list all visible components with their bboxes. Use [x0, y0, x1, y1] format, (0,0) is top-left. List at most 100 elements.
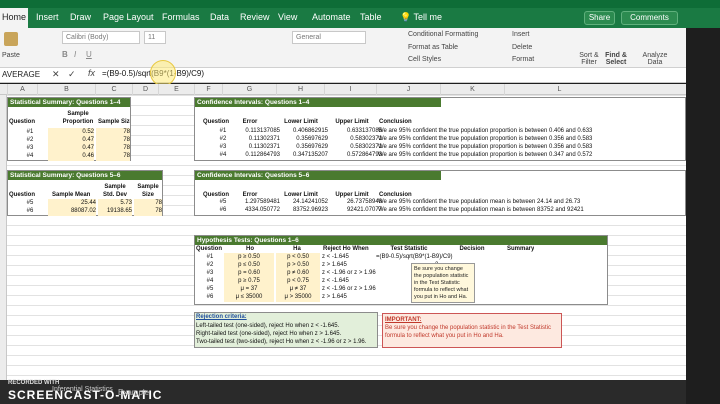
insert-cells-button[interactable]: Insert: [512, 31, 530, 38]
ci1-lower-limit: 0.347135207: [292, 152, 328, 158]
tab-view[interactable]: View: [278, 12, 297, 22]
col-e[interactable]: E: [158, 84, 194, 95]
ci1-header-lower: Lower Limit: [284, 119, 318, 125]
lightbulb-icon: 💡: [400, 12, 414, 22]
enter-icon[interactable]: ✓: [68, 69, 76, 80]
format-cells-button[interactable]: Format: [512, 56, 534, 63]
ci1-upper-limit: 0.572864793: [346, 152, 382, 158]
col-c[interactable]: C: [95, 84, 132, 95]
ci1-header-error: Error: [242, 119, 258, 125]
cell-styles-button[interactable]: Cell Styles: [408, 56, 441, 63]
tab-table[interactable]: Table: [360, 12, 382, 22]
tab-home[interactable]: Home: [0, 8, 28, 28]
ci2-upper-limit: 92421.07077: [346, 207, 382, 213]
ci1-header-upper: Upper Limit: [335, 119, 369, 125]
col-d[interactable]: D: [132, 84, 158, 95]
summary1-table: Statistical Summary: Questions 1–4 Quest…: [7, 97, 131, 161]
col-f[interactable]: F: [194, 84, 222, 95]
cancel-icon[interactable]: ✕: [52, 69, 60, 80]
ht-header-ha: Ha: [293, 246, 301, 252]
ci2-error: 4334.050772: [244, 207, 280, 213]
number-format-field[interactable]: General: [292, 31, 366, 44]
summary1-header-question: Question: [9, 119, 36, 125]
ci1-header-conclusion: Conclusion: [379, 119, 412, 125]
important-title: IMPORTANT:: [385, 317, 422, 323]
title-bar: [0, 0, 720, 8]
font-name-field[interactable]: Calibri (Body): [62, 31, 140, 44]
tab-automate[interactable]: Automate: [312, 12, 351, 22]
function-icon[interactable]: fx: [88, 68, 95, 78]
tab-formulas[interactable]: Formulas: [162, 12, 200, 22]
bold-icon[interactable]: B: [62, 50, 68, 59]
col-g[interactable]: G: [222, 84, 276, 95]
summary2-title: Statistical Summary: Questions 5–6: [8, 171, 162, 180]
formula-note: Be sure you change the population statis…: [411, 263, 475, 303]
ribbon-tabs: Home Insert Draw Page Layout Formulas Da…: [0, 8, 720, 28]
summary2-n6[interactable]: 78: [134, 207, 162, 216]
sheet-tab-example[interactable]: Example: [118, 388, 149, 397]
summary2-q6: #6: [26, 208, 34, 214]
col-i[interactable]: I: [324, 84, 376, 95]
underline-icon[interactable]: U: [86, 50, 92, 59]
summary2-sd6[interactable]: 19138.65: [98, 207, 132, 216]
comments-button[interactable]: Comments: [621, 11, 678, 25]
rejection-line-3: Two-tailed test (two-sided), reject Ho w…: [196, 339, 367, 345]
ci1-title: Confidence Intervals: Questions 1–4: [195, 98, 441, 107]
ht-ho[interactable]: μ ≤ 35000: [224, 293, 274, 302]
tab-tell-me[interactable]: 💡 Tell me: [400, 12, 442, 23]
col-a[interactable]: A: [7, 84, 37, 95]
paste-label: Paste: [2, 52, 20, 59]
tab-page-layout[interactable]: Page Layout: [103, 12, 154, 22]
format-as-table-button[interactable]: Format as Table: [408, 44, 458, 51]
summary2-header-sd: Sample Std. Dev: [102, 184, 127, 198]
tab-home-label: Home: [2, 12, 27, 22]
ht-reject-when: z > 1.645: [322, 294, 347, 300]
ht-header-ho: Ho: [246, 246, 254, 252]
italic-icon[interactable]: I: [74, 50, 76, 59]
col-j[interactable]: J: [376, 84, 440, 95]
col-k[interactable]: K: [440, 84, 504, 95]
summary2-mean6[interactable]: 88087.02: [48, 207, 96, 216]
col-h[interactable]: H: [276, 84, 324, 95]
rejection-criteria-box: Rejection criteria: Left-tailed test (on…: [194, 312, 378, 348]
summary1-n4[interactable]: 78: [96, 152, 130, 161]
font-size-field[interactable]: 11: [144, 31, 166, 44]
sort-filter-button[interactable]: Sort & Filter: [578, 52, 600, 66]
tab-review[interactable]: Review: [240, 12, 270, 22]
share-button[interactable]: Share: [584, 11, 615, 25]
tab-draw[interactable]: Draw: [70, 12, 91, 22]
ht-header-decision: Decision: [459, 246, 485, 252]
ht-ha[interactable]: μ > 35000: [276, 293, 320, 302]
column-headers: A B C D E F G H I J K L: [0, 84, 686, 95]
ci1-conclusion: We are 95% confident the true population…: [378, 152, 593, 158]
formula-bar: AVERAGE ✕ ✓ fx =(B9-0.5)/sqrt(B9*(1-B9)/…: [0, 68, 686, 83]
col-b[interactable]: B: [37, 84, 95, 95]
summary2-table: Statistical Summary: Questions 5–6 Quest…: [7, 170, 163, 216]
delete-cells-button[interactable]: Delete: [512, 44, 532, 51]
tab-insert[interactable]: Insert: [36, 12, 59, 22]
summary1-header-proportion: Sample Proportion: [62, 111, 94, 125]
ribbon-toolbar: Paste Calibri (Body) 11 B I U General Co…: [0, 28, 686, 68]
hypothesis-title: Hypothesis Tests: Questions 1–6: [195, 236, 607, 245]
tell-me-label: Tell me: [413, 12, 443, 22]
conditional-formatting-button[interactable]: Conditional Formatting: [408, 31, 478, 38]
ci2-conclusion: We are 95% confident the true population…: [378, 207, 584, 213]
summary1-q4: #4: [26, 153, 34, 159]
rejection-title: Rejection criteria:: [196, 314, 247, 320]
summary2-header-mean: Sample Mean: [52, 192, 91, 198]
analyze-data-button[interactable]: Analyze Data: [642, 52, 668, 66]
paste-icon[interactable]: [4, 32, 18, 46]
summary1-p4[interactable]: 0.46: [48, 152, 94, 161]
find-select-button[interactable]: Find & Select: [604, 52, 628, 66]
ci2-title: Confidence Intervals: Questions 5–6: [195, 171, 441, 180]
sheet-tab-inferential[interactable]: Inferential Statistics: [52, 386, 113, 393]
tab-data[interactable]: Data: [210, 12, 229, 22]
ci2-lower-limit: 83752.96923: [292, 207, 328, 213]
cursor-highlight: [150, 60, 176, 86]
row-headers: [0, 95, 7, 380]
name-box[interactable]: AVERAGE: [0, 69, 46, 81]
ci1-error: 0.112864793: [245, 152, 280, 158]
col-l[interactable]: L: [504, 84, 614, 95]
ht-header-test-stat: Test Statistic: [390, 246, 428, 252]
ht-header-summary: Summary: [507, 246, 535, 252]
